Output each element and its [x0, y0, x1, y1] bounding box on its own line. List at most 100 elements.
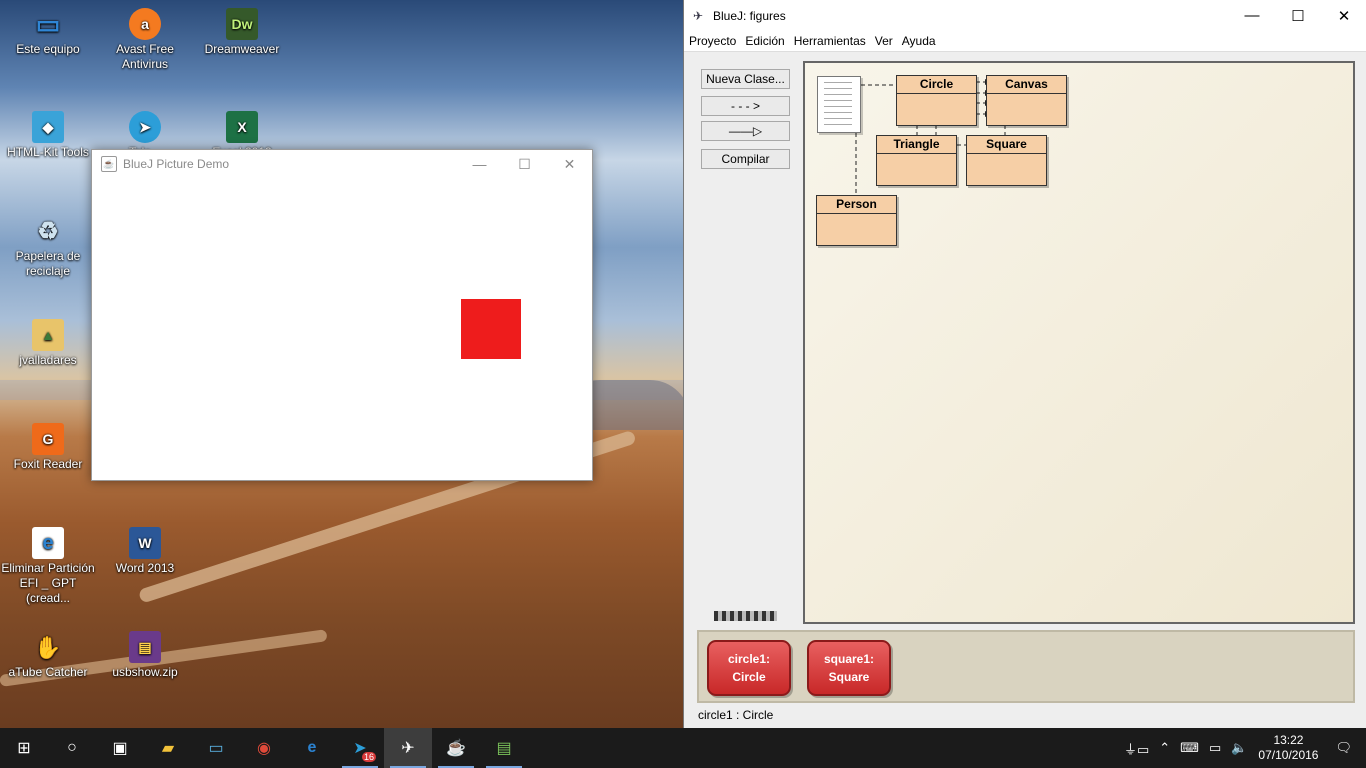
- window-title: BlueJ: figures: [713, 8, 786, 23]
- desktop-icon-papelera[interactable]: ♻ Papelera de reciclaje: [0, 215, 96, 279]
- java-icon: ☕: [101, 156, 117, 172]
- system-tray: ⏚▭ ⌃ ⌨ ▭ 🔈 13:22 07/10/2016 🗨: [1119, 728, 1366, 768]
- avast-icon: a: [129, 8, 161, 40]
- close-button[interactable]: ✕: [1321, 2, 1366, 30]
- picture-demo-window[interactable]: ☕ BlueJ Picture Demo — ☐ ✕: [91, 149, 593, 481]
- class-person[interactable]: Person: [816, 195, 897, 246]
- foxit-icon: G: [32, 423, 64, 455]
- volume-icon[interactable]: 🔈: [1231, 740, 1247, 756]
- new-class-button[interactable]: Nueva Clase...: [701, 69, 790, 89]
- desktop-icon-usbshow[interactable]: ▤ usbshow.zip: [97, 631, 193, 680]
- object-bench: circle1: Circle square1: Square: [697, 630, 1355, 703]
- desktop-icon-html-kit[interactable]: ◆ HTML-Kit Tools: [0, 111, 96, 160]
- desktop-icon-label: usbshow.zip: [112, 665, 178, 679]
- bluej-icon[interactable]: ✈: [384, 728, 432, 768]
- object-name: circle1:: [727, 652, 771, 666]
- desktop-icon-eliminar-particion[interactable]: e Eliminar Partición EFI _ GPT (cread...: [0, 527, 96, 606]
- cortana-icon[interactable]: ○: [48, 728, 96, 768]
- maximize-button[interactable]: ☐: [502, 150, 547, 178]
- readme-note-icon[interactable]: [817, 76, 861, 133]
- red-square-shape: [461, 299, 521, 359]
- desktop-icon-label: Papelera de reciclaje: [15, 249, 81, 278]
- desktop-icon-label: jvalladares: [19, 353, 77, 367]
- network-icon[interactable]: ▭: [1209, 740, 1221, 756]
- maximize-button[interactable]: ☐: [1275, 2, 1321, 30]
- splitter-grip[interactable]: [714, 611, 777, 621]
- menu-ver[interactable]: Ver: [875, 34, 893, 48]
- battery-plugged-icon[interactable]: ⏚▭: [1124, 739, 1149, 758]
- input-language-icon[interactable]: ⌨: [1180, 740, 1199, 756]
- zip-archive-icon: ▤: [129, 631, 161, 663]
- menu-proyecto[interactable]: Proyecto: [689, 34, 736, 48]
- telegram-icon[interactable]: ➤ 16: [336, 728, 384, 768]
- class-diagram[interactable]: Circle Canvas Triangle Square Person: [803, 61, 1355, 624]
- uses-arrow-button[interactable]: - - - >: [701, 96, 790, 116]
- desktop-icon-label: Avast Free Antivirus: [116, 42, 174, 71]
- desktop-icon-atube[interactable]: ✋ aTube Catcher: [0, 631, 96, 680]
- object-square1[interactable]: square1: Square: [807, 640, 891, 696]
- desktop-icon-label: HTML-Kit Tools: [7, 145, 89, 159]
- bluej-bird-icon: ✈: [693, 8, 704, 23]
- desktop-icon-dreamweaver[interactable]: Dw Dreamweaver: [194, 8, 290, 57]
- bluej-titlebar[interactable]: ✈ BlueJ: figures — ☐ ✕: [684, 0, 1366, 31]
- bluej-window[interactable]: ✈ BlueJ: figures — ☐ ✕ Proyecto Edición …: [683, 0, 1366, 728]
- inheritance-arrow-button[interactable]: ——▷: [701, 121, 790, 141]
- minimize-button[interactable]: —: [1229, 2, 1275, 30]
- desktop-icon-label: Word 2013: [115, 561, 175, 575]
- action-center-icon[interactable]: 🗨: [1335, 740, 1352, 756]
- menu-ayuda[interactable]: Ayuda: [902, 34, 936, 48]
- compile-button[interactable]: Compilar: [701, 149, 790, 169]
- class-triangle[interactable]: Triangle: [876, 135, 957, 186]
- class-name: Circle: [897, 76, 976, 94]
- status-bar-text: circle1 : Circle: [698, 708, 774, 722]
- object-type: Square: [828, 670, 870, 684]
- edge-icon[interactable]: e: [288, 728, 336, 768]
- class-square[interactable]: Square: [966, 135, 1047, 186]
- menu-herramientas[interactable]: Herramientas: [794, 34, 866, 48]
- desktop-icon-foxit[interactable]: G Foxit Reader: [0, 423, 96, 472]
- class-name: Person: [817, 196, 896, 214]
- picture-demo-titlebar[interactable]: ☕ BlueJ Picture Demo — ☐ ✕: [92, 150, 592, 178]
- desktop-icon-label: Dreamweaver: [204, 42, 280, 56]
- close-button[interactable]: ✕: [547, 150, 592, 178]
- class-name: Triangle: [877, 136, 956, 154]
- clock[interactable]: 13:22 07/10/2016: [1258, 733, 1318, 763]
- class-name: Canvas: [987, 76, 1066, 94]
- desktop-icon-word[interactable]: W Word 2013: [97, 527, 193, 576]
- recycle-bin-icon: ♻: [37, 217, 59, 245]
- telegram-icon: ➤: [129, 111, 161, 143]
- minimize-button[interactable]: —: [457, 150, 502, 178]
- notification-badge: 16: [361, 752, 376, 762]
- menu-edicion[interactable]: Edición: [745, 34, 784, 48]
- computer-icon[interactable]: ▭: [192, 728, 240, 768]
- window-title: BlueJ Picture Demo: [123, 157, 230, 171]
- start-icon[interactable]: ⊞: [0, 728, 48, 768]
- desktop-icon-este-equipo[interactable]: ▭ Este equipo: [0, 8, 96, 57]
- java-icon[interactable]: ☕: [432, 728, 480, 768]
- class-circle[interactable]: Circle: [896, 75, 977, 126]
- atube-catcher-icon: ✋: [34, 634, 62, 660]
- chevron-up-icon[interactable]: ⌃: [1159, 740, 1170, 756]
- taskbar: ⊞ ○ ▣ ▰ ▭ ◉ e ➤ 16 ✈ ☕ ▤ ⏚▭ ⌃ ⌨ ▭ 🔈 13:2…: [0, 728, 1366, 768]
- file-explorer-icon[interactable]: ▰: [144, 728, 192, 768]
- object-type: Circle: [732, 670, 766, 684]
- word-icon: W: [129, 527, 161, 559]
- desktop-icon-label: Eliminar Partición EFI _ GPT (cread...: [1, 561, 95, 605]
- class-canvas[interactable]: Canvas: [986, 75, 1067, 126]
- task-view-icon[interactable]: ▣: [96, 728, 144, 768]
- object-circle1[interactable]: circle1: Circle: [707, 640, 791, 696]
- menu-bar: Proyecto Edición Herramientas Ver Ayuda: [684, 31, 1366, 52]
- user-folder-icon: ▲: [32, 319, 64, 351]
- excel-icon: X: [226, 111, 258, 143]
- clock-date: 07/10/2016: [1258, 748, 1319, 762]
- desktop-icon-avast[interactable]: a Avast Free Antivirus: [97, 8, 193, 72]
- ie-shortcut-icon: e: [32, 527, 64, 559]
- dreamweaver-icon: Dw: [226, 8, 258, 40]
- computer-icon: ▭: [35, 8, 61, 39]
- desktop-icon-label: aTube Catcher: [8, 665, 88, 679]
- chrome-icon[interactable]: ◉: [240, 728, 288, 768]
- notepad-icon[interactable]: ▤: [480, 728, 528, 768]
- desktop-icon-jvalladares[interactable]: ▲ jvalladares: [0, 319, 96, 368]
- html-kit-icon: ◆: [32, 111, 64, 143]
- desktop-icon-label: Foxit Reader: [13, 457, 83, 471]
